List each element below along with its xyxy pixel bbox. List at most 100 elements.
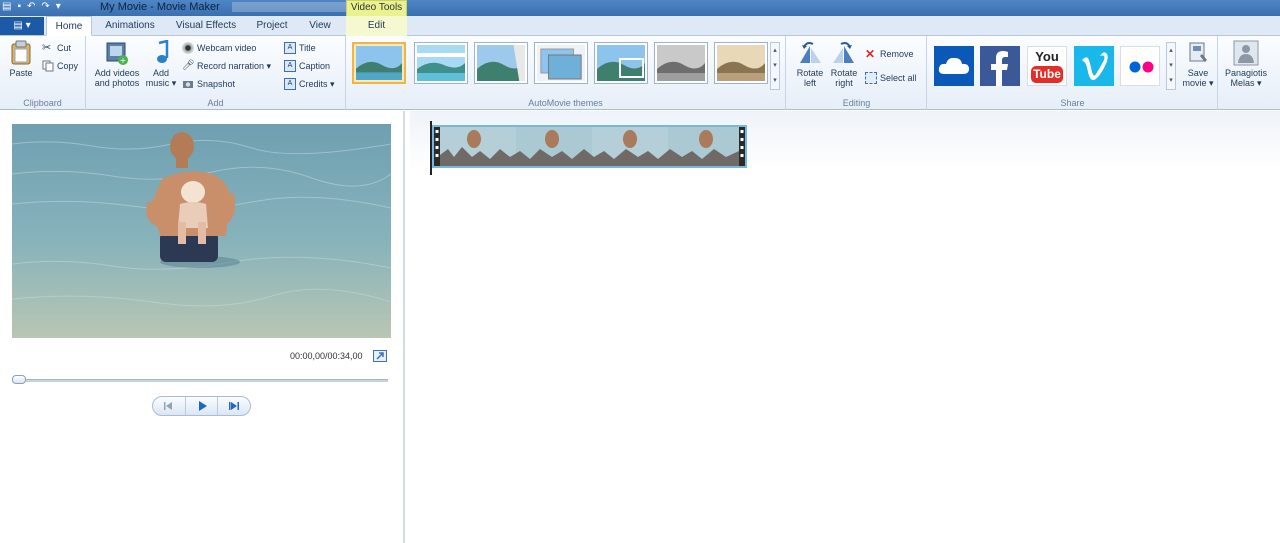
facebook-icon[interactable] [980, 46, 1020, 86]
save-movie-button[interactable]: Save movie ▾ [1180, 40, 1216, 88]
add-music-button[interactable]: Add music ▾ [144, 40, 178, 88]
automovie-themes-group: ▴ ▾ ▾ AutoMovie themes [346, 36, 786, 110]
vimeo-icon[interactable] [1074, 46, 1114, 86]
cut-label: Cut [57, 43, 72, 53]
next-frame-icon [229, 402, 240, 410]
account-button[interactable]: Panagiotis Melas ▾ [1221, 40, 1271, 88]
save-icon[interactable]: ▪ [17, 1, 21, 13]
rotate-right-line2: right [835, 78, 853, 88]
undo-icon[interactable]: ↶ [27, 1, 35, 13]
cinematic-theme-icon[interactable] [594, 42, 648, 84]
rotate-right-line1: Rotate [830, 68, 858, 78]
fullscreen-icon[interactable] [373, 350, 387, 362]
onedrive-icon[interactable] [934, 46, 974, 86]
copy-label: Copy [57, 61, 79, 71]
sepia-theme-icon[interactable] [714, 42, 768, 84]
webcam-video-button[interactable]: Webcam video [182, 42, 256, 54]
share-group-label: Share [1060, 98, 1085, 108]
fade-theme-icon[interactable] [474, 42, 528, 84]
play-icon [198, 401, 207, 411]
contemporary-theme-icon[interactable] [414, 42, 468, 84]
ribbon-tab-row: ▤ ▾ Home Animations Visual Effects Proje… [0, 16, 1280, 36]
youtube-icon[interactable]: You Tube [1027, 46, 1067, 86]
record-narration-label: Record narration ▾ [197, 61, 272, 71]
flickr-icon[interactable] [1120, 46, 1160, 86]
expand-arrow-icon [376, 352, 384, 360]
video-clip[interactable] [432, 125, 747, 168]
snapshot-button[interactable]: Snapshot [182, 78, 235, 90]
rotate-right-button[interactable]: Rotate right [827, 40, 861, 88]
vimeo-v-icon [1082, 52, 1108, 81]
tab-project[interactable]: Project [250, 16, 294, 36]
copy-button[interactable]: Copy [42, 60, 78, 72]
seek-thumb[interactable] [12, 375, 26, 384]
copy-icon [42, 60, 54, 72]
save-movie-line2: movie ▾ [1182, 78, 1214, 88]
flickr-dots-icon [1129, 61, 1154, 73]
storyboard-pane[interactable] [410, 111, 1280, 543]
select-all-button[interactable]: Select all [865, 72, 917, 84]
credits-icon: A [284, 78, 296, 90]
cut-button[interactable]: ✂ Cut [42, 42, 71, 54]
clip-filmstrip [434, 127, 745, 166]
music-note-icon [157, 40, 169, 63]
time-readout: 00:00,00/00:34,00 [290, 351, 363, 361]
add-group: + Add videos and photos Add music ▾ Webc… [86, 36, 346, 110]
save-movie-line1: Save [1187, 68, 1209, 78]
scissors-icon: ✂ [42, 42, 52, 54]
tab-home[interactable]: Home [46, 16, 92, 36]
remove-button[interactable]: ✕ Remove [865, 48, 914, 60]
save-movie-icon [1189, 42, 1207, 62]
seek-bar[interactable] [14, 379, 388, 382]
file-menu-button[interactable]: ▤ ▾ [0, 17, 44, 35]
tab-animations[interactable]: Animations [96, 16, 164, 36]
tab-visual-effects[interactable]: Visual Effects [166, 16, 246, 36]
window-title: My Movie - Movie Maker [100, 1, 220, 13]
preview-frame-image [12, 124, 391, 338]
webcam-icon [182, 42, 194, 54]
paste-label: Paste [9, 68, 33, 78]
previous-frame-button[interactable] [153, 397, 185, 415]
tab-view[interactable]: View [300, 16, 340, 36]
default-theme-icon[interactable] [352, 42, 406, 84]
pan-zoom-theme-icon[interactable] [534, 42, 588, 84]
dropdown-icon[interactable]: ▾ [56, 1, 61, 13]
theme-thumbnail [477, 45, 525, 81]
tab-edit[interactable]: Edit [346, 16, 407, 36]
title-bar: ▤ ▪ ↶ ↷ ▾ My Movie - Movie Maker Video T… [0, 0, 1280, 16]
themes-gallery-scroll[interactable]: ▴ ▾ ▾ [770, 42, 780, 90]
film-icon[interactable]: ▤ [2, 1, 11, 13]
paste-button[interactable]: Paste [6, 40, 36, 78]
rotate-left-line2: left [803, 78, 816, 88]
caption-button[interactable]: A Caption [284, 60, 330, 72]
add-videos-photos-button[interactable]: + Add videos and photos [92, 40, 142, 88]
credits-label: Credits ▾ [299, 79, 335, 89]
title-button[interactable]: A Title [284, 42, 316, 54]
user-avatar-icon [1233, 40, 1259, 66]
rotate-left-icon [800, 42, 821, 63]
title-icon: A [284, 42, 296, 54]
next-frame-button[interactable] [218, 397, 250, 415]
play-button[interactable] [184, 397, 219, 415]
editing-group-label: Editing [842, 98, 871, 108]
theme-thumbnail [537, 45, 585, 81]
camera-icon [183, 81, 193, 88]
share-gallery-scroll[interactable]: ▴ ▾ ▾ [1166, 42, 1176, 90]
add-music-line2: music ▾ [145, 78, 177, 88]
youtube-tube-text: Tube [1031, 66, 1063, 83]
black-white-theme-icon[interactable] [654, 42, 708, 84]
video-preview[interactable] [12, 124, 391, 338]
remove-label: Remove [880, 49, 914, 59]
rotate-right-icon [833, 42, 854, 63]
caption-icon: A [284, 60, 296, 72]
record-narration-button[interactable]: 🎤︎ Record narration ▾ [182, 60, 271, 72]
facebook-f-icon [991, 51, 1008, 86]
account-name-line1: Panagiotis [1224, 68, 1268, 78]
redo-icon[interactable]: ↷ [41, 1, 49, 13]
previous-frame-icon [163, 402, 172, 410]
rotate-left-button[interactable]: Rotate left [793, 40, 827, 88]
cloud-icon [938, 57, 969, 74]
svg-text:+: + [120, 56, 127, 65]
credits-button[interactable]: A Credits ▾ [284, 78, 335, 90]
automovie-themes-label: AutoMovie themes [528, 98, 603, 108]
